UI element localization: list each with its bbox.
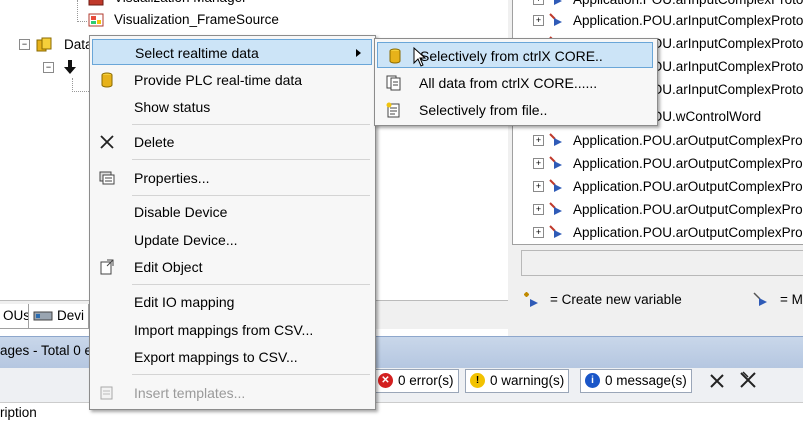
messages-title: ages - Total 0 e	[0, 343, 93, 358]
tree-item-label: Visualization Manager	[114, 0, 247, 8]
mouse-pointer-icon	[413, 47, 427, 67]
menu-item-select-realtime-data[interactable]: Select realtime data	[92, 39, 372, 65]
document-stack-icon	[386, 75, 401, 91]
menu-item-properties[interactable]: Properties...	[92, 165, 372, 191]
template-icon	[100, 386, 113, 400]
map-variable-icon	[753, 292, 767, 306]
variable-label: Application.POU.arOutputComplexPro	[573, 156, 803, 171]
tree-item-label: Visualization_FrameSource	[114, 12, 279, 27]
down-arrow-icon	[64, 60, 76, 74]
expand-icon[interactable]: +	[533, 0, 544, 5]
errors-filter-button[interactable]: ✕ 0 error(s)	[373, 369, 459, 393]
description-column-header: ription	[0, 405, 37, 420]
edit-object-icon	[100, 259, 114, 275]
menu-item-provide-plc-data[interactable]: Provide PLC real-time data	[92, 67, 372, 93]
input-variable-icon	[554, 0, 562, 5]
menu-item-update-device[interactable]: Update Device...	[92, 227, 372, 253]
menu-item-import-csv[interactable]: Import mappings from CSV...	[92, 317, 372, 343]
menu-separator	[132, 195, 370, 196]
menu-item-insert-templates[interactable]: Insert templates...	[92, 380, 372, 406]
visualization-manager-icon	[88, 0, 104, 6]
warning-icon: !	[470, 373, 485, 388]
expand-icon[interactable]: +	[533, 181, 544, 192]
menu-item-disable-device[interactable]: Disable Device	[92, 199, 372, 225]
properties-icon	[99, 171, 115, 185]
menu-item-delete[interactable]: Delete	[92, 129, 372, 155]
menu-item-edit-io-mapping[interactable]: Edit IO mapping	[92, 289, 372, 315]
warnings-filter-button[interactable]: ! 0 warning(s)	[465, 369, 570, 393]
variable-label: Application.POU.arOutputComplexPro	[573, 133, 803, 148]
tree-connector	[77, 0, 78, 22]
context-menu: Select realtime data Provide PLC real-ti…	[89, 35, 376, 410]
menu-item-edit-object[interactable]: Edit Object	[92, 254, 372, 280]
tree-connector	[72, 91, 89, 92]
expand-icon[interactable]: +	[533, 15, 544, 26]
clear-all-icon[interactable]	[738, 370, 758, 390]
expand-icon[interactable]: +	[533, 158, 544, 169]
clear-messages-icon[interactable]	[708, 372, 726, 390]
submenu-arrow-icon	[356, 49, 361, 57]
delete-x-icon	[100, 135, 114, 149]
submenu-item-all-from-core[interactable]: All data from ctrlX CORE......	[377, 70, 653, 96]
variable-label: Application.POU.arOutputComplexPro	[573, 225, 803, 240]
menu-separator	[132, 284, 370, 285]
file-icon	[386, 102, 400, 118]
output-variable-icon	[549, 156, 562, 169]
expand-icon[interactable]: +	[533, 135, 544, 146]
output-variable-icon	[549, 225, 562, 238]
tree-connector	[72, 78, 73, 92]
variable-filter-field[interactable]	[521, 250, 803, 276]
database-icon	[101, 72, 113, 88]
menu-separator	[132, 159, 370, 160]
tab-devices[interactable]: Devi	[28, 304, 90, 329]
variable-label: Application.POU.arOutputComplexPro	[573, 202, 803, 217]
expand-icon[interactable]: +	[533, 204, 544, 215]
variable-label: Application.POU.arOutputComplexPro	[573, 179, 803, 194]
error-icon: ✕	[378, 373, 393, 388]
menu-item-show-status[interactable]: Show status	[92, 94, 372, 120]
output-variable-icon	[549, 133, 562, 146]
expand-icon[interactable]: +	[533, 227, 544, 238]
collapse-toggle-icon[interactable]: −	[19, 39, 30, 50]
submenu-item-selectively-from-file[interactable]: Selectively from file..	[377, 97, 653, 123]
info-icon: i	[585, 373, 600, 388]
visualization-icon	[88, 13, 104, 27]
database-icon	[389, 48, 401, 64]
create-variable-icon	[524, 292, 538, 307]
output-variable-icon	[549, 202, 562, 215]
menu-item-export-csv[interactable]: Export mappings to CSV...	[92, 344, 372, 370]
menu-separator	[132, 374, 370, 375]
input-variable-icon	[549, 13, 562, 26]
menu-separator	[132, 124, 370, 125]
devices-icon	[33, 311, 53, 321]
output-variable-icon	[549, 179, 562, 192]
collapse-toggle-icon[interactable]: −	[43, 62, 54, 73]
variable-label: Application.POU.arInputComplexProto	[573, 13, 803, 28]
database-icon	[36, 37, 52, 52]
tree-connector	[77, 21, 87, 22]
messages-filter-button[interactable]: i 0 message(s)	[580, 369, 692, 393]
